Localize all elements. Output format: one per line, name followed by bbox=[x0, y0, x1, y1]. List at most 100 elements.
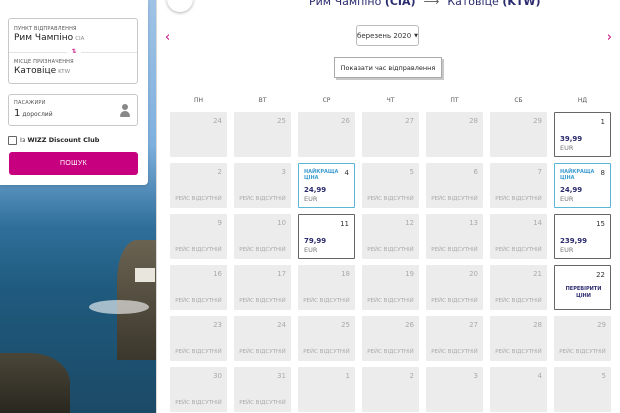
day-number: 14 bbox=[533, 219, 542, 227]
weekday-label: ПН bbox=[193, 97, 204, 104]
day-number: 20 bbox=[469, 270, 478, 278]
no-flight-label: РЕЙС ВІДСУТНІЙ bbox=[431, 196, 478, 202]
month-select[interactable]: березень 2020 ▼ bbox=[356, 25, 419, 46]
day-number: 11 bbox=[340, 220, 349, 228]
day-cell: 3 bbox=[426, 367, 483, 412]
day-number: 24 bbox=[277, 321, 286, 329]
no-flight-label: РЕЙС ВІДСУТНІЙ bbox=[239, 298, 286, 304]
check-prices-label: ПЕРЕВІРИТИ ЦІНИ bbox=[565, 286, 602, 299]
day-number: 19 bbox=[405, 270, 414, 278]
day-cell[interactable]: 15 239,99 EUR bbox=[554, 214, 611, 259]
day-cell: 27 РЕЙС ВІДСУТНІЙ bbox=[426, 316, 483, 361]
day-number: 31 bbox=[277, 372, 286, 380]
swap-icon[interactable]: ⇅ bbox=[67, 48, 81, 56]
wdc-label: Із WIZZ Discount Club bbox=[20, 136, 100, 144]
origin-value: Рим Чампіно bbox=[14, 33, 74, 43]
search-button[interactable]: ПОШУК bbox=[9, 152, 138, 175]
day-cell: 28 bbox=[426, 112, 483, 157]
day-cell: 3 РЕЙС ВІДСУТНІЙ bbox=[234, 163, 291, 208]
day-number: 12 bbox=[405, 219, 414, 227]
day-number: 23 bbox=[213, 321, 222, 329]
day-price: 24,99 bbox=[560, 186, 583, 194]
day-cell: 30 РЕЙС ВІДСУТНІЙ bbox=[170, 367, 227, 412]
day-cell: 13 РЕЙС ВІДСУТНІЙ bbox=[426, 214, 483, 259]
day-number: 26 bbox=[341, 117, 350, 125]
dest-value: Катовіце bbox=[14, 66, 57, 76]
destination-field[interactable]: Катовіце KTW bbox=[14, 66, 70, 76]
wdc-option[interactable]: Із WIZZ Discount Club bbox=[8, 135, 99, 145]
day-number: 26 bbox=[405, 321, 414, 329]
day-cell: 7 РЕЙС ВІДСУТНІЙ bbox=[490, 163, 547, 208]
no-flight-label: РЕЙС ВІДСУТНІЙ bbox=[175, 196, 222, 202]
calendar-grid: 24 25 26 27 28 29 1 39,99 EUR 2 РЕЙС ВІДСУТНІЙ 3 РЕЙ… bbox=[170, 112, 615, 412]
day-cell: 1 bbox=[298, 367, 355, 412]
day-cell[interactable]: 11 79,99 EUR bbox=[298, 214, 355, 259]
person-icon bbox=[119, 104, 131, 117]
day-cell: 2 bbox=[362, 367, 419, 412]
day-price: 239,99 bbox=[560, 237, 588, 245]
wdc-checkbox[interactable] bbox=[8, 135, 17, 145]
day-number: 24 bbox=[213, 117, 222, 125]
day-cell: 24 РЕЙС ВІДСУТНІЙ bbox=[234, 316, 291, 361]
day-number: 30 bbox=[213, 372, 222, 380]
day-cell: 14 РЕЙС ВІДСУТНІЙ bbox=[490, 214, 547, 259]
day-cell: 29 РЕЙС ВІДСУТНІЙ bbox=[554, 316, 611, 361]
route-fields: ПУНКТ ВІДПРАВЛЕННЯ Рим Чампіно CIA ⇅ МІСЦ… bbox=[8, 18, 138, 84]
day-cell: 24 bbox=[170, 112, 227, 157]
origin-field[interactable]: Рим Чампіно CIA bbox=[14, 33, 84, 43]
day-cell[interactable]: 22 ПЕРЕВІРИТИ ЦІНИ bbox=[554, 265, 611, 310]
day-number: 22 bbox=[596, 271, 605, 279]
no-flight-label: РЕЙС ВІДСУТНІЙ bbox=[367, 196, 414, 202]
no-flight-label: РЕЙС ВІДСУТНІЙ bbox=[367, 247, 414, 253]
surf-image bbox=[89, 300, 149, 314]
weekday-label: НД bbox=[577, 97, 588, 104]
no-flight-label: РЕЙС ВІДСУТНІЙ bbox=[239, 196, 286, 202]
prev-month-icon[interactable]: ‹ bbox=[165, 30, 170, 45]
day-number: 15 bbox=[596, 220, 605, 228]
next-month-icon[interactable]: › bbox=[607, 30, 612, 45]
day-number: 18 bbox=[341, 270, 350, 278]
day-cell: 17 РЕЙС ВІДСУТНІЙ bbox=[234, 265, 291, 310]
day-cell: 27 bbox=[362, 112, 419, 157]
weekday-label: ЧТ bbox=[386, 97, 395, 104]
day-number: 28 bbox=[469, 117, 478, 125]
day-cell: 25 РЕЙС ВІДСУТНІЙ bbox=[298, 316, 355, 361]
search-panel: ПУНКТ ВІДПРАВЛЕННЯ Рим Чампіно CIA ⇅ МІСЦ… bbox=[0, 0, 148, 185]
day-number: 29 bbox=[533, 117, 542, 125]
day-number: 25 bbox=[277, 117, 286, 125]
day-cell: 9 РЕЙС ВІДСУТНІЙ bbox=[170, 214, 227, 259]
day-currency: EUR bbox=[560, 195, 574, 203]
day-currency: EUR bbox=[304, 246, 318, 254]
day-price: 79,99 bbox=[304, 237, 327, 245]
back-button[interactable]: ⌃ bbox=[167, 0, 193, 12]
no-flight-label: РЕЙС ВІДСУТНІЙ bbox=[367, 298, 414, 304]
caret-down-icon: ▼ bbox=[414, 32, 418, 39]
day-currency: EUR bbox=[560, 246, 574, 254]
day-cell[interactable]: 8 НАЙКРАЩА ЦІНА 24,99 EUR bbox=[554, 163, 611, 208]
no-flight-label: РЕЙС ВІДСУТНІЙ bbox=[303, 349, 350, 355]
day-number: 4 bbox=[537, 372, 542, 380]
show-times-button[interactable]: Показати час відправлення bbox=[334, 57, 442, 78]
day-cell: 25 bbox=[234, 112, 291, 157]
day-cell[interactable]: 4 НАЙКРАЩА ЦІНА 24,99 EUR bbox=[298, 163, 355, 208]
day-number: 5 bbox=[601, 372, 606, 380]
no-flight-label: РЕЙС ВІДСУТНІЙ bbox=[495, 298, 542, 304]
weekday-label: ВТ bbox=[258, 97, 267, 104]
passengers-label: ПАСАЖИРИ bbox=[14, 100, 46, 106]
day-number: 3 bbox=[473, 372, 478, 380]
no-flight-label: РЕЙС ВІДСУТНІЙ bbox=[559, 349, 606, 355]
no-flight-label: РЕЙС ВІДСУТНІЙ bbox=[175, 400, 222, 406]
passengers-field[interactable]: ПАСАЖИРИ 1 дорослий bbox=[8, 94, 138, 126]
day-number: 1 bbox=[600, 118, 605, 126]
no-flight-label: РЕЙС ВІДСУТНІЙ bbox=[367, 349, 414, 355]
day-cell[interactable]: 1 39,99 EUR bbox=[554, 112, 611, 157]
day-cell: 4 bbox=[490, 367, 547, 412]
no-flight-label: РЕЙС ВІДСУТНІЙ bbox=[239, 400, 286, 406]
weekday-label: ПТ bbox=[450, 97, 459, 104]
day-currency: EUR bbox=[560, 144, 574, 152]
calendar-area: ⌃ Рим Чампіно (CIA) ⟶ Катовіце (KTW) ‹ ›… bbox=[157, 0, 620, 413]
day-number: 6 bbox=[473, 168, 478, 176]
day-cell: 31 РЕЙС ВІДСУТНІЙ bbox=[234, 367, 291, 412]
day-number: 2 bbox=[217, 168, 222, 176]
day-currency: EUR bbox=[304, 195, 318, 203]
